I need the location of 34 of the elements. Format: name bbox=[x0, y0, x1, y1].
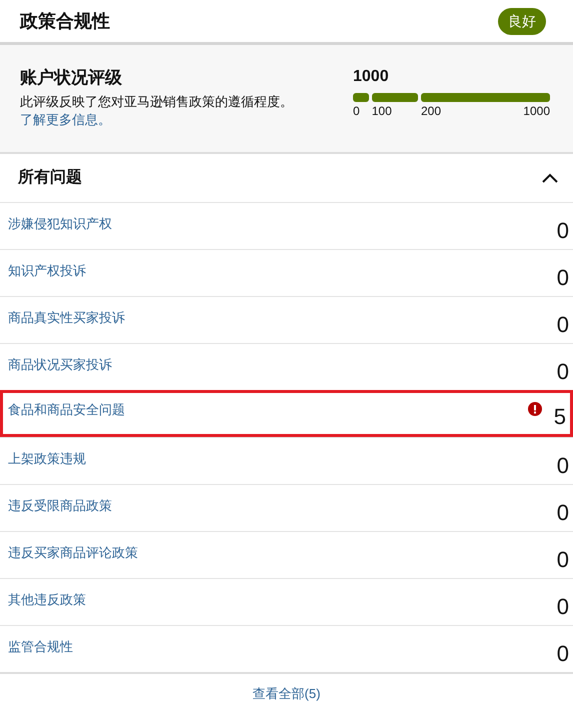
issue-count: 0 bbox=[556, 312, 569, 338]
issue-count: 0 bbox=[556, 500, 569, 526]
scale-label: 1000 bbox=[523, 103, 550, 119]
issue-count: 0 bbox=[556, 594, 569, 620]
issue-link[interactable]: 涉嫌侵犯知识产权 bbox=[8, 215, 112, 233]
scale-label: 0 bbox=[353, 103, 360, 119]
alert-icon bbox=[528, 402, 542, 416]
issue-link[interactable]: 食品和商品安全问题 bbox=[8, 401, 125, 419]
section-title: 政策合规性 bbox=[20, 10, 110, 32]
status-badge: 良好 bbox=[498, 8, 546, 34]
issue-link[interactable]: 商品状况买家投诉 bbox=[8, 356, 112, 374]
scale-label: 200 bbox=[421, 103, 442, 119]
section-heading: 所有问题 bbox=[18, 168, 82, 188]
scale-label: 100 bbox=[372, 103, 392, 119]
rating-score: 1000 bbox=[353, 67, 390, 87]
issue-link[interactable]: 违反受限商品政策 bbox=[8, 497, 112, 515]
chevron-up-icon[interactable] bbox=[542, 173, 558, 183]
learn-more-link[interactable]: 了解更多信息。 bbox=[20, 111, 111, 129]
issue-count: 0 bbox=[556, 641, 569, 667]
issue-link[interactable]: 监管合规性 bbox=[8, 638, 73, 656]
issue-count: 0 bbox=[556, 218, 569, 244]
issue-count: 0 bbox=[556, 265, 569, 291]
issue-link[interactable]: 其他违反政策 bbox=[8, 591, 86, 609]
view-all-link[interactable]: 查看全部(5) bbox=[252, 684, 320, 704]
issue-link[interactable]: 商品真实性买家投诉 bbox=[8, 309, 125, 327]
issue-count: 0 bbox=[556, 453, 569, 479]
rating-title: 账户状况评级 bbox=[20, 67, 123, 89]
issue-link[interactable]: 违反买家商品评论政策 bbox=[8, 544, 138, 562]
issue-count: 5 bbox=[554, 404, 566, 430]
issue-count: 0 bbox=[556, 547, 569, 573]
rating-description: 此评级反映了您对亚马逊销售政策的遵循程度。 bbox=[20, 93, 294, 111]
issue-count: 0 bbox=[556, 359, 569, 385]
issue-link[interactable]: 知识产权投诉 bbox=[8, 262, 86, 280]
issue-link[interactable]: 上架政策违规 bbox=[8, 450, 86, 468]
